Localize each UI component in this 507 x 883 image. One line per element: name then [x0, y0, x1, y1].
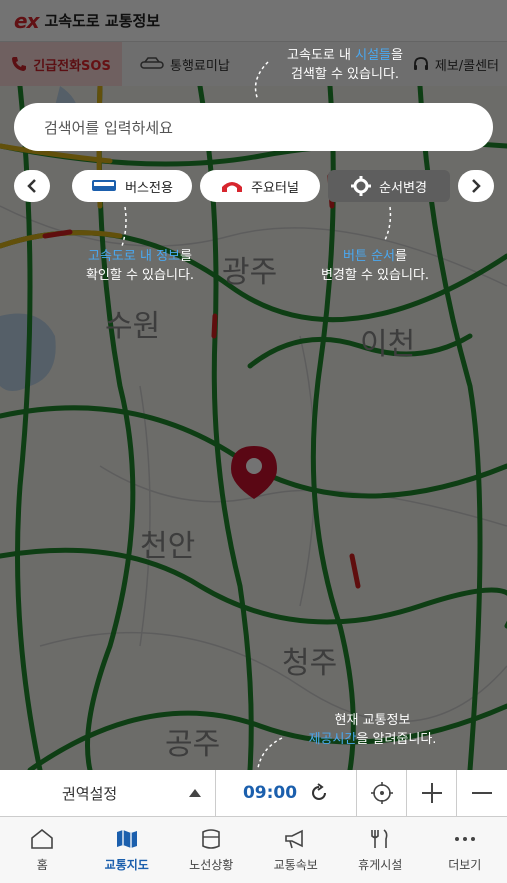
tip-text: 를: [180, 249, 192, 264]
tip-text: 변경할 수 있습니다.: [320, 268, 430, 283]
tip-text: 을: [391, 48, 403, 63]
tip-highlight: 제공시간: [308, 732, 357, 747]
highway-info-tip: 고속도로 내 정보를 확인할 수 있습니다.: [65, 247, 215, 285]
button-order-tip: 버튼 순서를 변경할 수 있습니다.: [300, 247, 450, 285]
tip-highlight: 고속도로 내 정보: [88, 249, 181, 264]
tutorial-arrows: [121, 61, 392, 769]
tip-highlight: 버튼 순서: [343, 249, 395, 264]
tip-text: 검색할 수 있습니다.: [290, 67, 400, 82]
tip-highlight: 시설들: [355, 48, 391, 63]
tip-text: 현재 교통정보: [334, 713, 411, 728]
facility-search-tip: 고속도로 내 시설들을 검색할 수 있습니다.: [270, 46, 420, 84]
tip-text: 을 알려줍니다.: [356, 732, 437, 747]
tip-text: 를: [395, 249, 407, 264]
tip-text: 확인할 수 있습니다.: [85, 268, 195, 283]
time-provision-tip: 현재 교통정보 제공시간을 알려줍니다.: [285, 711, 460, 749]
tip-text: 고속도로 내: [287, 48, 356, 63]
